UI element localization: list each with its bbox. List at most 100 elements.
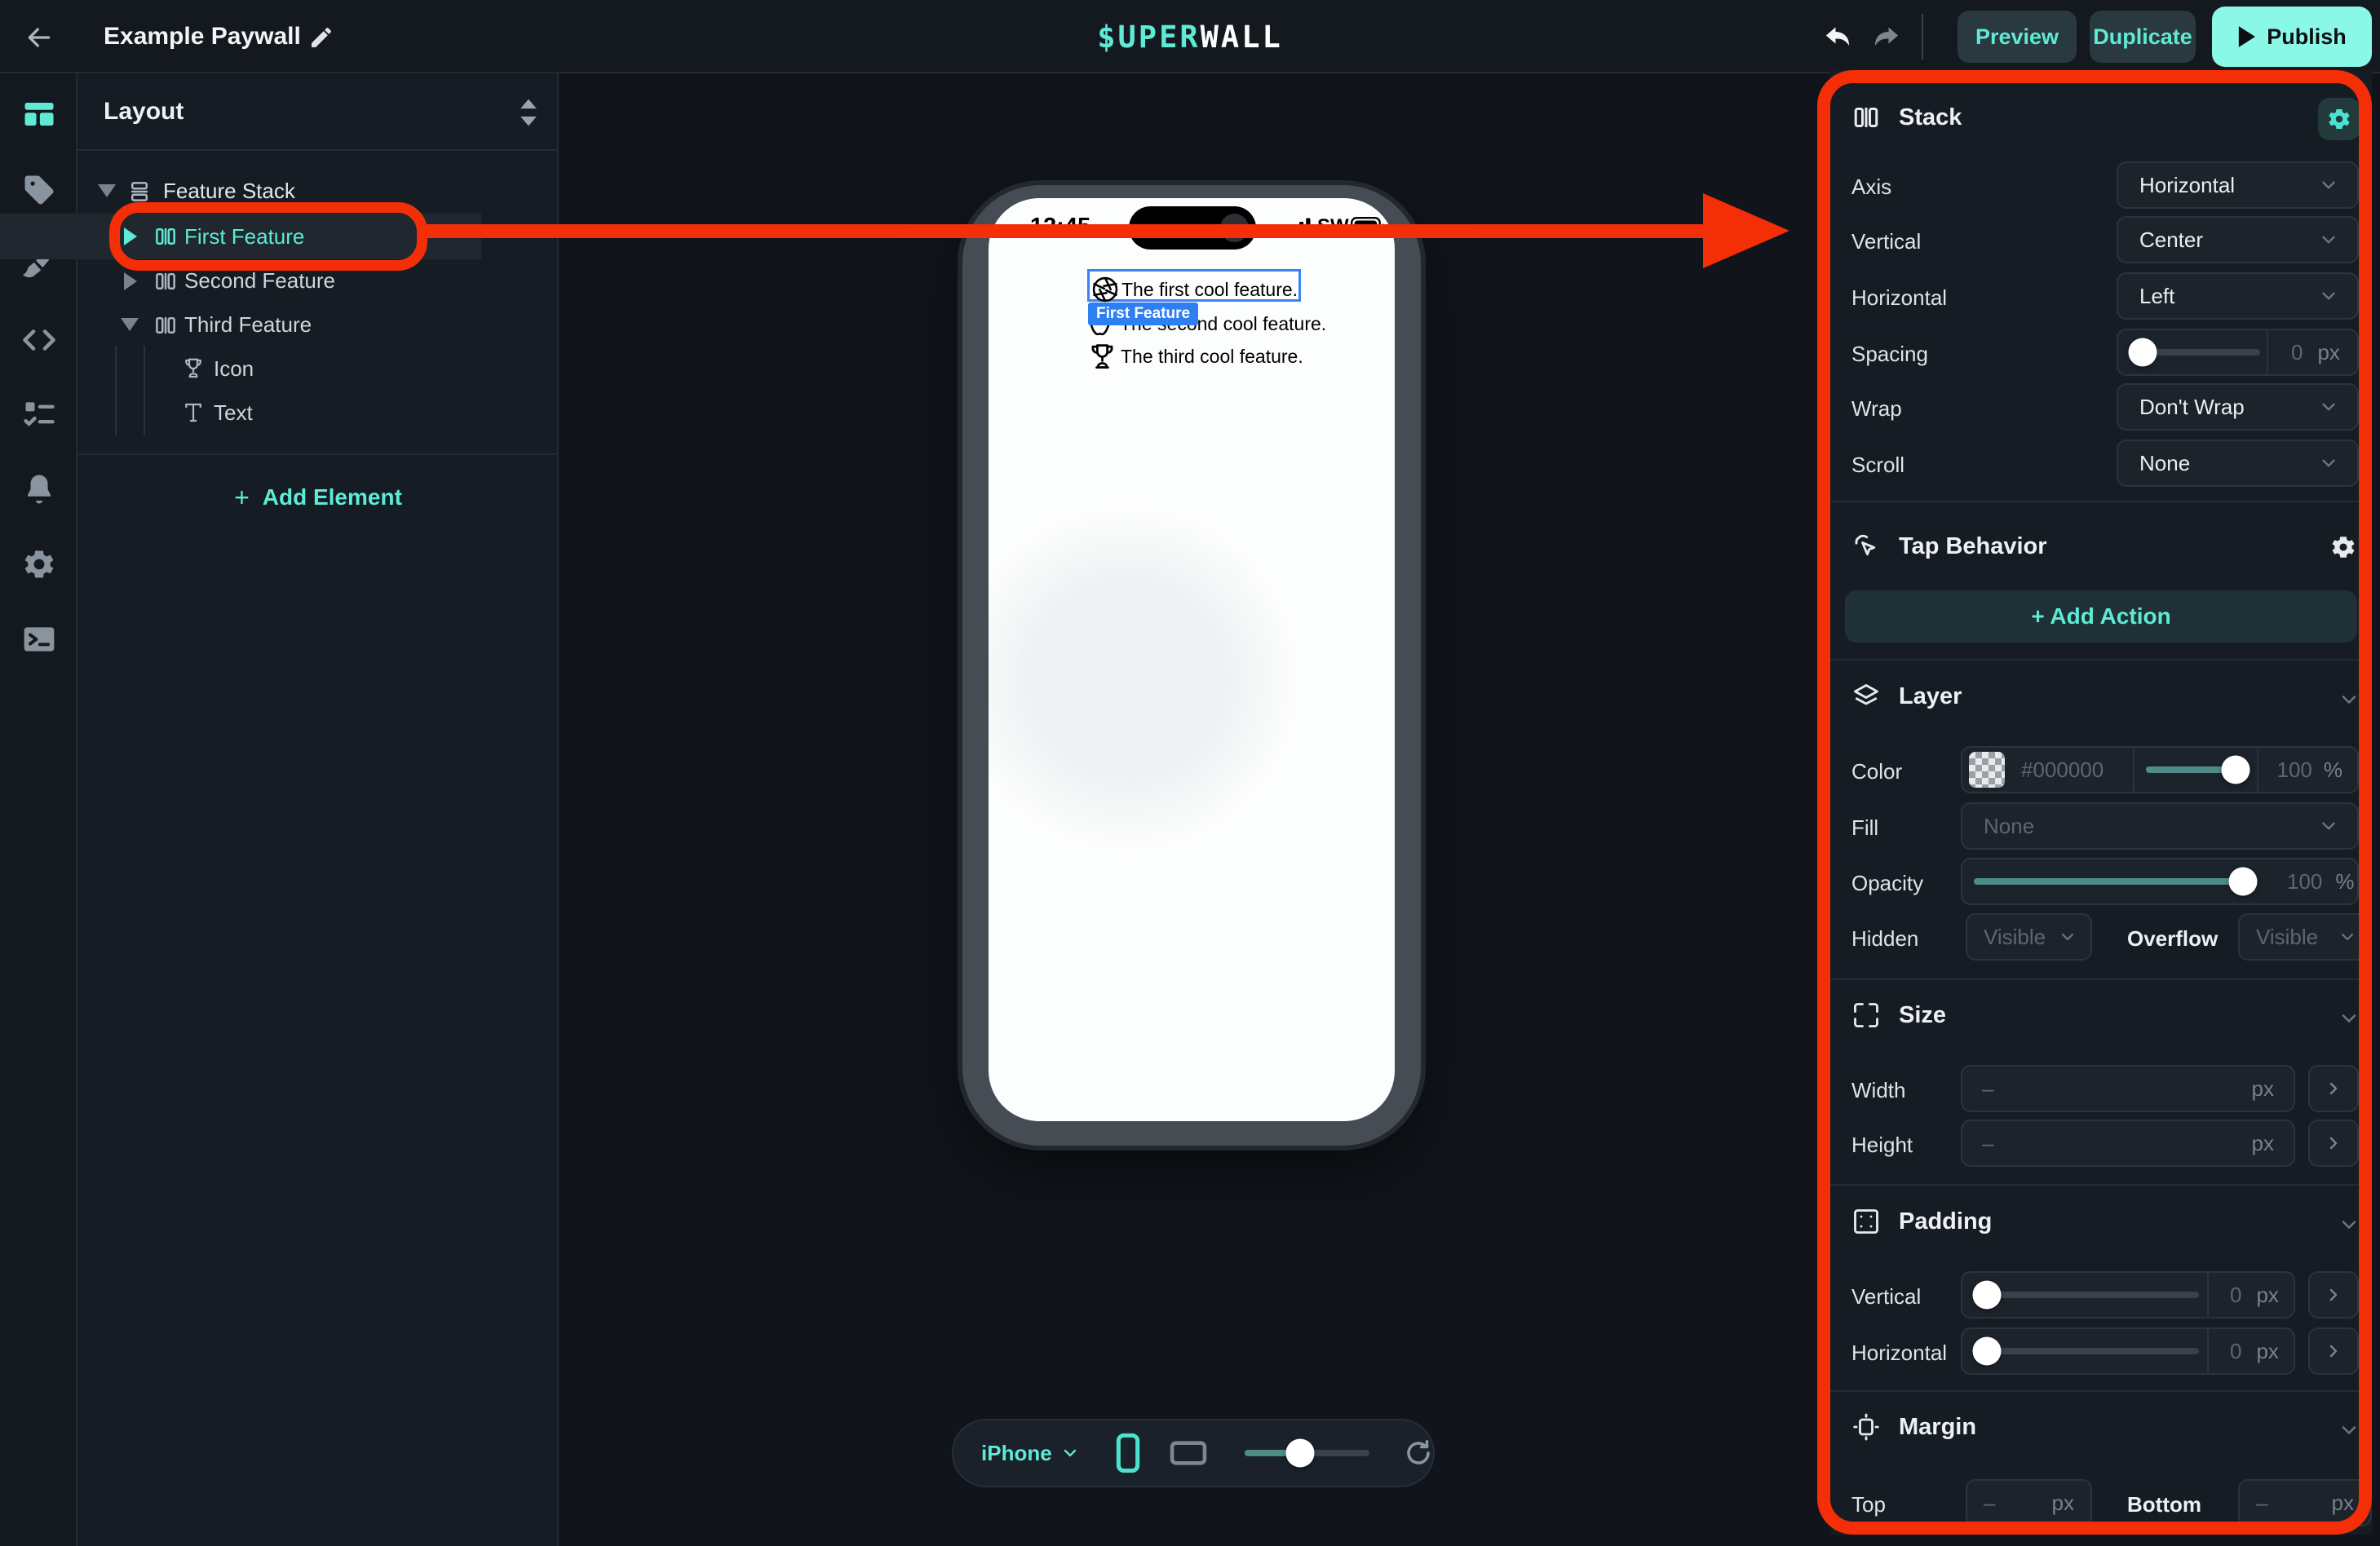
portrait-device-icon[interactable] xyxy=(1116,1433,1140,1473)
spacing-label: Spacing xyxy=(1851,342,1928,367)
rail-settings-icon[interactable] xyxy=(0,536,77,593)
padding-vertical-knob[interactable] xyxy=(1973,1281,2002,1310)
vertical-label: Vertical xyxy=(1851,229,1921,254)
layout-panel xyxy=(77,73,559,1546)
chevron-right-icon xyxy=(2324,1079,2343,1098)
margin-bottom-input[interactable]: – px xyxy=(2238,1479,2372,1526)
add-action-button[interactable]: + Add Action xyxy=(1845,590,2357,643)
margin-top-input[interactable]: – px xyxy=(1966,1479,2092,1526)
feature-row-3[interactable]: The third cool feature. xyxy=(1087,342,1303,372)
overflow-select[interactable]: Visible xyxy=(2238,913,2372,961)
spacing-value: 0 xyxy=(2291,340,2303,365)
publish-button[interactable]: Publish xyxy=(2212,7,2372,67)
padding-horizontal-slider[interactable] xyxy=(1974,1327,2207,1375)
tree-item-icon[interactable]: Icon xyxy=(214,356,254,382)
layer-section-header: Layer xyxy=(1851,682,1962,711)
stack-settings-button[interactable] xyxy=(2318,98,2360,140)
opacity-control[interactable]: 100 % xyxy=(1961,858,2359,905)
hover-tooltip: First Feature xyxy=(1088,303,1198,325)
feature-row-1[interactable]: The first cool feature. xyxy=(1090,275,1298,304)
tree-caret-second-feature[interactable] xyxy=(124,272,137,290)
left-rail xyxy=(0,73,77,1546)
padding-collapse-chevron[interactable] xyxy=(2338,1213,2360,1236)
preview-button[interactable]: Preview xyxy=(1958,11,2077,63)
size-collapse-chevron[interactable] xyxy=(2338,1007,2360,1030)
rail-code-icon[interactable] xyxy=(0,311,77,369)
color-alpha-slider[interactable] xyxy=(2134,746,2257,793)
padding-section-header: Padding xyxy=(1851,1207,1992,1236)
tree-guide-line xyxy=(115,346,117,435)
rail-checklist-icon[interactable] xyxy=(0,386,77,443)
color-control[interactable]: #000000 100 % xyxy=(1961,746,2359,793)
padding-horizontal-control[interactable]: 0 px xyxy=(1961,1327,2295,1375)
add-element-button[interactable]: + Add Element xyxy=(77,465,559,530)
padding-vertical-value: 0 xyxy=(2230,1283,2241,1308)
scroll-select[interactable]: None xyxy=(2117,440,2359,487)
opacity-slider-knob[interactable] xyxy=(2229,868,2258,896)
layers-icon xyxy=(1851,682,1881,711)
tree-item-text[interactable]: Text xyxy=(214,400,253,426)
spacing-slider-knob[interactable] xyxy=(2129,338,2157,367)
width-input[interactable]: – px xyxy=(1961,1065,2295,1112)
rail-tags-icon[interactable] xyxy=(0,161,77,219)
margin-top-label: Top xyxy=(1851,1492,1886,1517)
rail-console-icon[interactable] xyxy=(0,611,77,668)
tree-item-second-feature[interactable]: Second Feature xyxy=(184,268,335,294)
tree-item-first-feature[interactable]: First Feature xyxy=(184,224,304,250)
height-input[interactable]: – px xyxy=(1961,1120,2295,1167)
layer-collapse-chevron[interactable] xyxy=(2338,688,2360,711)
tree-caret-feature-stack[interactable] xyxy=(98,184,116,197)
device-select[interactable]: iPhone xyxy=(981,1441,1080,1466)
padding-horizontal-expand-button[interactable] xyxy=(2308,1327,2359,1375)
margin-collapse-chevron[interactable] xyxy=(2338,1419,2360,1442)
padding-vertical-control[interactable]: 0 px xyxy=(1961,1271,2295,1319)
tap-settings-icon[interactable] xyxy=(2329,533,2357,561)
battery-icon xyxy=(1351,217,1385,236)
landscape-device-icon[interactable] xyxy=(1170,1440,1207,1466)
height-label: Height xyxy=(1851,1133,1913,1158)
color-swatch[interactable] xyxy=(1969,752,2005,788)
height-expand-button[interactable] xyxy=(2308,1120,2359,1167)
horizontal-select[interactable]: Left xyxy=(2117,272,2359,320)
tree-caret-first-feature[interactable] xyxy=(124,227,137,245)
vertical-select[interactable]: Center xyxy=(2117,216,2359,263)
text-icon xyxy=(181,400,206,425)
width-expand-button[interactable] xyxy=(2308,1065,2359,1112)
annotation-arrow-head xyxy=(1703,193,1789,268)
spacing-slider[interactable] xyxy=(2130,329,2267,376)
color-alpha-knob[interactable] xyxy=(2222,756,2250,784)
size-section-header: Size xyxy=(1851,1000,1946,1030)
hidden-select[interactable]: Visible xyxy=(1966,913,2092,961)
padding-vertical-expand-button[interactable] xyxy=(2308,1271,2359,1319)
tree-item-feature-stack[interactable]: Feature Stack xyxy=(163,179,295,204)
rail-notifications-icon[interactable] xyxy=(0,461,77,518)
sort-icon[interactable] xyxy=(517,98,540,127)
opacity-slider[interactable] xyxy=(1974,858,2267,905)
tree-caret-third-feature[interactable] xyxy=(121,318,139,331)
padding-horizontal-knob[interactable] xyxy=(1973,1337,2002,1366)
redo-icon[interactable] xyxy=(1869,21,1904,54)
zoom-slider-knob[interactable] xyxy=(1285,1439,1314,1468)
axis-label: Axis xyxy=(1851,174,1891,200)
margin-icon xyxy=(1851,1412,1881,1442)
undo-icon[interactable] xyxy=(1820,21,1855,54)
wrap-select[interactable]: Don't Wrap xyxy=(2117,383,2359,431)
padding-vertical-label: Vertical xyxy=(1851,1284,1921,1310)
chevron-down-icon xyxy=(2318,285,2339,307)
fill-select[interactable]: None xyxy=(1961,802,2359,850)
zoom-slider[interactable] xyxy=(1245,1450,1369,1456)
play-icon xyxy=(2237,26,2255,47)
topbar-divider xyxy=(1922,14,1923,60)
refresh-icon[interactable] xyxy=(1404,1438,1433,1468)
width-label: Width xyxy=(1851,1078,1905,1103)
rail-layout-icon[interactable] xyxy=(0,86,77,143)
layout-panel-header: Layout xyxy=(77,73,559,151)
tree-item-third-feature[interactable]: Third Feature xyxy=(184,312,312,338)
chevron-right-icon xyxy=(2324,1133,2343,1153)
axis-select[interactable]: Horizontal xyxy=(2117,161,2359,209)
spacing-control[interactable]: 0 px xyxy=(2117,329,2359,376)
padding-vertical-slider[interactable] xyxy=(1974,1271,2207,1319)
duplicate-button[interactable]: Duplicate xyxy=(2090,11,2196,63)
chevron-down-icon xyxy=(2058,927,2077,947)
screen-background-blob xyxy=(989,486,1321,872)
